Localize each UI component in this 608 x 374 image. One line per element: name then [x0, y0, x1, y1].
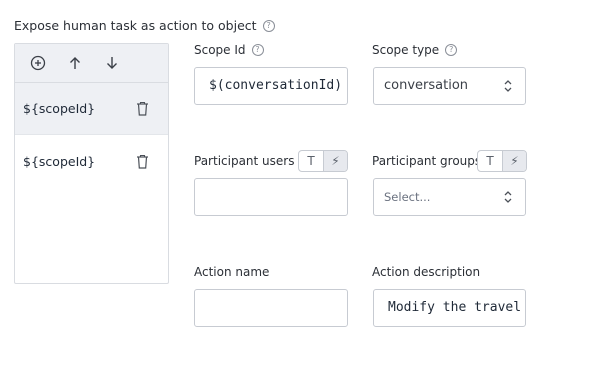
expression-mode-icon[interactable]: ⚡ — [323, 151, 347, 171]
delete-item-button[interactable] — [134, 101, 150, 117]
help-icon[interactable]: ? — [262, 19, 275, 32]
help-icon[interactable]: ? — [445, 44, 458, 56]
action-description-value: Modify the travel — [388, 300, 522, 315]
participant-groups-mode-toggle: T ⚡ — [477, 150, 527, 172]
arrow-down-icon — [107, 57, 117, 69]
chevron-updown-icon — [504, 80, 512, 92]
participant-users-label: Participant users — [194, 154, 294, 168]
scope-type-label: Scope type ? — [372, 43, 458, 57]
action-description-label: Action description — [372, 265, 480, 279]
scope-type-value: conversation — [384, 78, 469, 93]
action-name-field[interactable] — [194, 289, 348, 327]
participant-users-mode-toggle: T ⚡ — [298, 150, 348, 172]
chevron-updown-icon — [504, 191, 512, 203]
scope-list-panel: ${scopeId} ${scopeId} — [14, 43, 169, 284]
action-name-label: Action name — [194, 265, 269, 279]
help-icon[interactable]: ? — [251, 44, 264, 56]
action-description-label-text: Action description — [372, 265, 481, 279]
scope-id-value: $(conversationId) — [209, 78, 343, 93]
plus-circle-icon — [30, 55, 46, 71]
participant-groups-select[interactable]: Select... — [373, 178, 526, 216]
list-item[interactable]: ${scopeId} — [15, 83, 168, 135]
section-title: Expose human task as action to object ? — [14, 18, 275, 33]
participant-groups-placeholder: Select... — [384, 190, 431, 204]
move-up-button[interactable] — [65, 53, 85, 73]
participant-groups-label: Participant groups — [372, 154, 478, 168]
participant-groups-label-text: Participant groups — [372, 154, 478, 168]
list-toolbar — [15, 44, 168, 83]
list-item-label: ${scopeId} — [23, 101, 96, 116]
list-item-label: ${scopeId} — [23, 153, 96, 169]
scope-id-label-text: Scope Id — [194, 43, 246, 57]
participant-users-label-text: Participant users — [194, 154, 295, 168]
action-name-label-text: Action name — [194, 265, 270, 279]
participant-users-field[interactable] — [194, 178, 348, 216]
section-title-text: Expose human task as action to object — [14, 18, 257, 33]
text-mode-icon[interactable]: T — [478, 151, 502, 171]
action-description-field[interactable]: Modify the travel — [373, 289, 526, 327]
scope-id-label: Scope Id ? — [194, 43, 264, 57]
scope-type-select[interactable]: conversation — [373, 67, 526, 105]
delete-item-button[interactable] — [134, 153, 150, 169]
arrow-up-icon — [70, 57, 80, 69]
list-item[interactable]: ${scopeId} — [15, 135, 168, 187]
text-mode-icon[interactable]: T — [299, 151, 323, 171]
trash-icon — [136, 154, 148, 169]
move-down-button[interactable] — [102, 53, 122, 73]
scope-type-label-text: Scope type — [372, 43, 440, 57]
expression-mode-icon[interactable]: ⚡ — [502, 151, 526, 171]
scope-id-field[interactable]: $(conversationId) — [194, 67, 348, 105]
add-item-button[interactable] — [28, 53, 48, 73]
trash-icon — [136, 101, 148, 116]
